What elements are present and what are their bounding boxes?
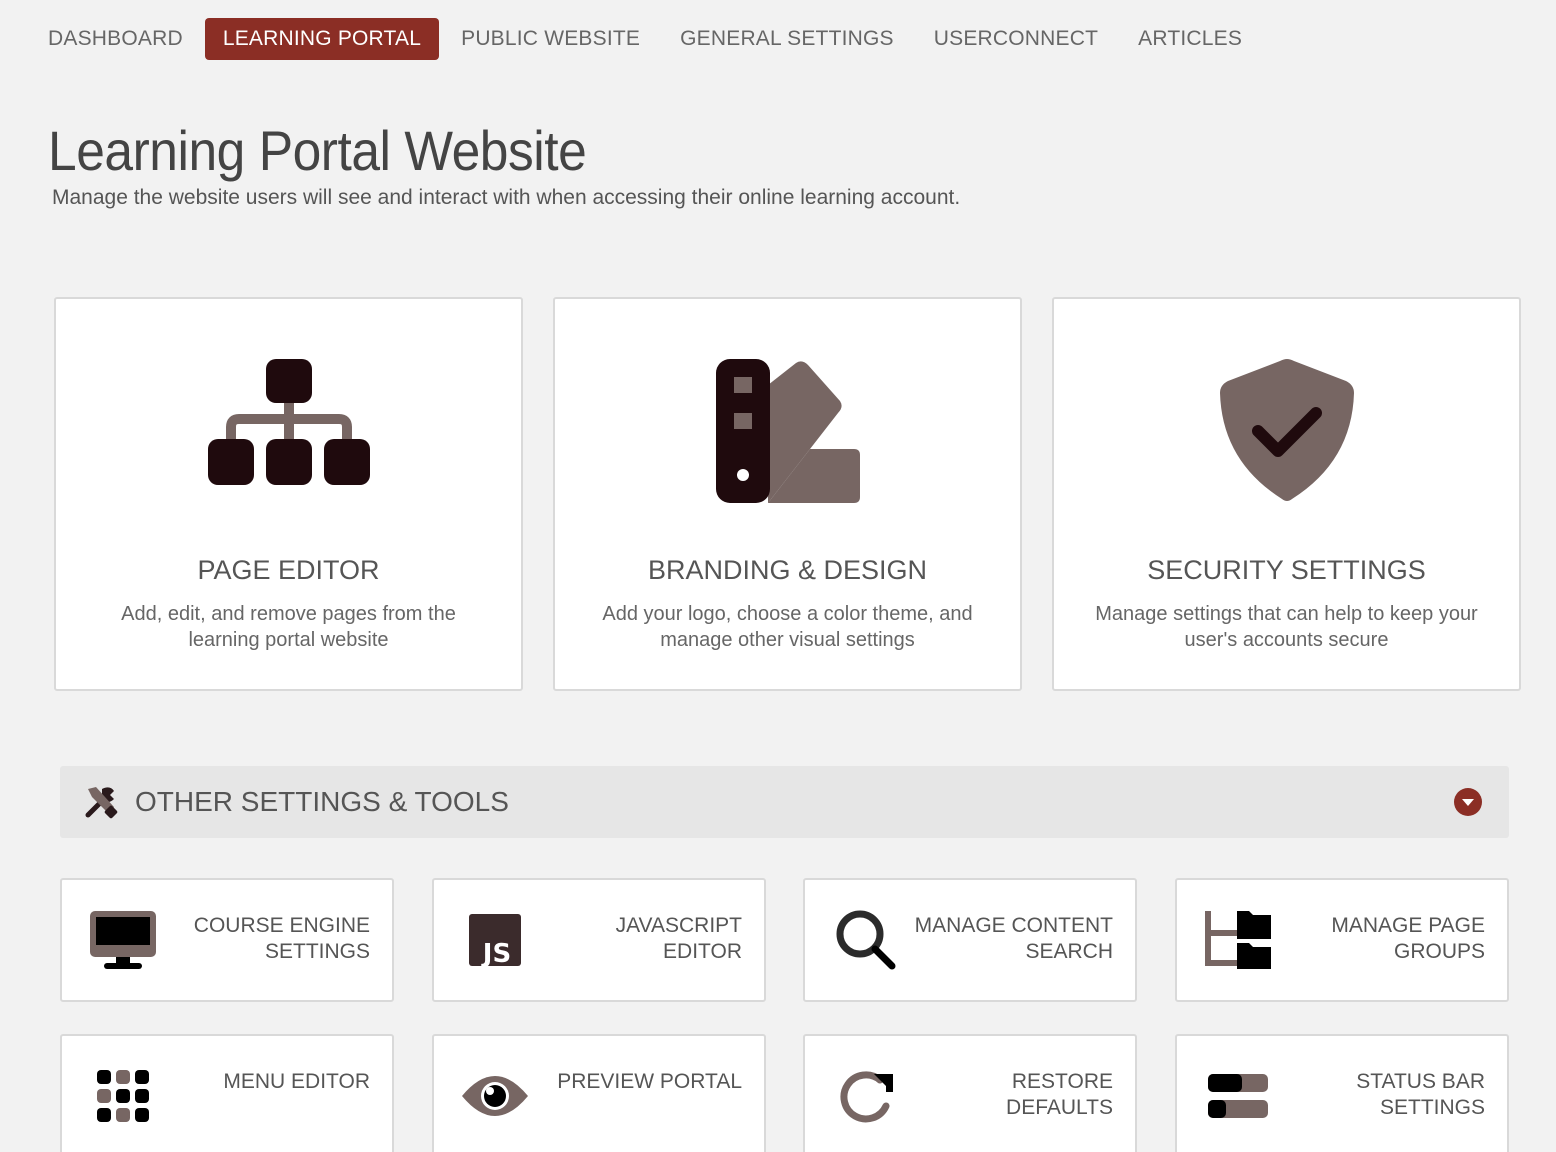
redo-icon	[831, 1064, 901, 1128]
card-title: PAGE EDITOR	[197, 555, 380, 585]
folder-tree-icon	[1203, 908, 1273, 972]
restore-defaults-tile[interactable]: RESTORE DEFAULTS	[803, 1034, 1137, 1152]
tab-userconnect[interactable]: USERCONNECT	[916, 18, 1116, 60]
toggles-icon	[1203, 1064, 1273, 1128]
tile-label: JAVASCRIPT EDITOR	[615, 914, 742, 963]
js-icon: JS	[460, 908, 530, 972]
top-nav: DASHBOARD LEARNING PORTAL PUBLIC WEBSITE…	[30, 18, 1264, 60]
tile-label: MANAGE PAGE GROUPS	[1331, 914, 1485, 963]
card-description: Add, edit, and remove pages from the lea…	[121, 603, 456, 651]
other-settings-label: OTHER SETTINGS & TOOLS	[135, 786, 509, 817]
chevron-down-icon[interactable]	[1454, 788, 1482, 816]
card-title: SECURITY SETTINGS	[1147, 555, 1426, 585]
course-engine-settings-tile[interactable]: COURSE ENGINE SETTINGS	[60, 878, 394, 1002]
tile-label: COURSE ENGINE SETTINGS	[193, 914, 370, 963]
tile-label: STATUS BAR SETTINGS	[1356, 1070, 1485, 1119]
manage-content-search-tile[interactable]: MANAGE CONTENT SEARCH	[803, 878, 1137, 1002]
page-subtitle: Manage the website users will see and in…	[52, 186, 961, 209]
menu-editor-tile[interactable]: MENU EDITOR	[60, 1034, 394, 1152]
eye-icon	[460, 1064, 530, 1128]
tab-public-website[interactable]: PUBLIC WEBSITE	[443, 18, 658, 60]
page-title: Learning Portal Website	[48, 119, 587, 182]
card-title: BRANDING & DESIGN	[647, 555, 928, 585]
desktop-icon	[88, 908, 158, 972]
tab-learning-portal[interactable]: LEARNING PORTAL	[204, 18, 440, 60]
manage-page-groups-tile[interactable]: MANAGE PAGE GROUPS	[1175, 878, 1509, 1002]
other-settings-header[interactable]: OTHER SETTINGS & TOOLS	[60, 766, 1509, 838]
swatchbook-icon	[555, 357, 1020, 507]
tile-label: PREVIEW PORTAL	[557, 1070, 742, 1093]
status-bar-settings-tile[interactable]: STATUS BAR SETTINGS	[1175, 1034, 1509, 1152]
tile-label: RESTORE DEFAULTS	[1006, 1070, 1113, 1119]
search-icon	[831, 908, 901, 972]
tab-articles[interactable]: ARTICLES	[1120, 18, 1260, 60]
grid-icon	[88, 1064, 158, 1128]
tile-label: MANAGE CONTENT SEARCH	[914, 914, 1113, 963]
sitemap-icon	[56, 357, 521, 507]
shield-check-icon	[1054, 357, 1519, 507]
branding-design-card[interactable]: BRANDING & DESIGN Add your logo, choose …	[553, 297, 1022, 691]
tools-icon	[84, 785, 118, 819]
page-editor-card[interactable]: PAGE EDITOR Add, edit, and remove pages …	[54, 297, 523, 691]
security-settings-card[interactable]: SECURITY SETTINGS Manage settings that c…	[1052, 297, 1521, 691]
preview-portal-tile[interactable]: PREVIEW PORTAL	[432, 1034, 766, 1152]
svg-text:JS: JS	[481, 939, 511, 967]
card-description: Add your logo, choose a color theme, and…	[602, 603, 973, 651]
tab-general-settings[interactable]: GENERAL SETTINGS	[662, 18, 912, 60]
tile-label: MENU EDITOR	[223, 1070, 370, 1093]
tab-dashboard[interactable]: DASHBOARD	[30, 18, 201, 60]
javascript-editor-tile[interactable]: JS JAVASCRIPT EDITOR	[432, 878, 766, 1002]
card-description: Manage settings that can help to keep yo…	[1095, 603, 1478, 651]
